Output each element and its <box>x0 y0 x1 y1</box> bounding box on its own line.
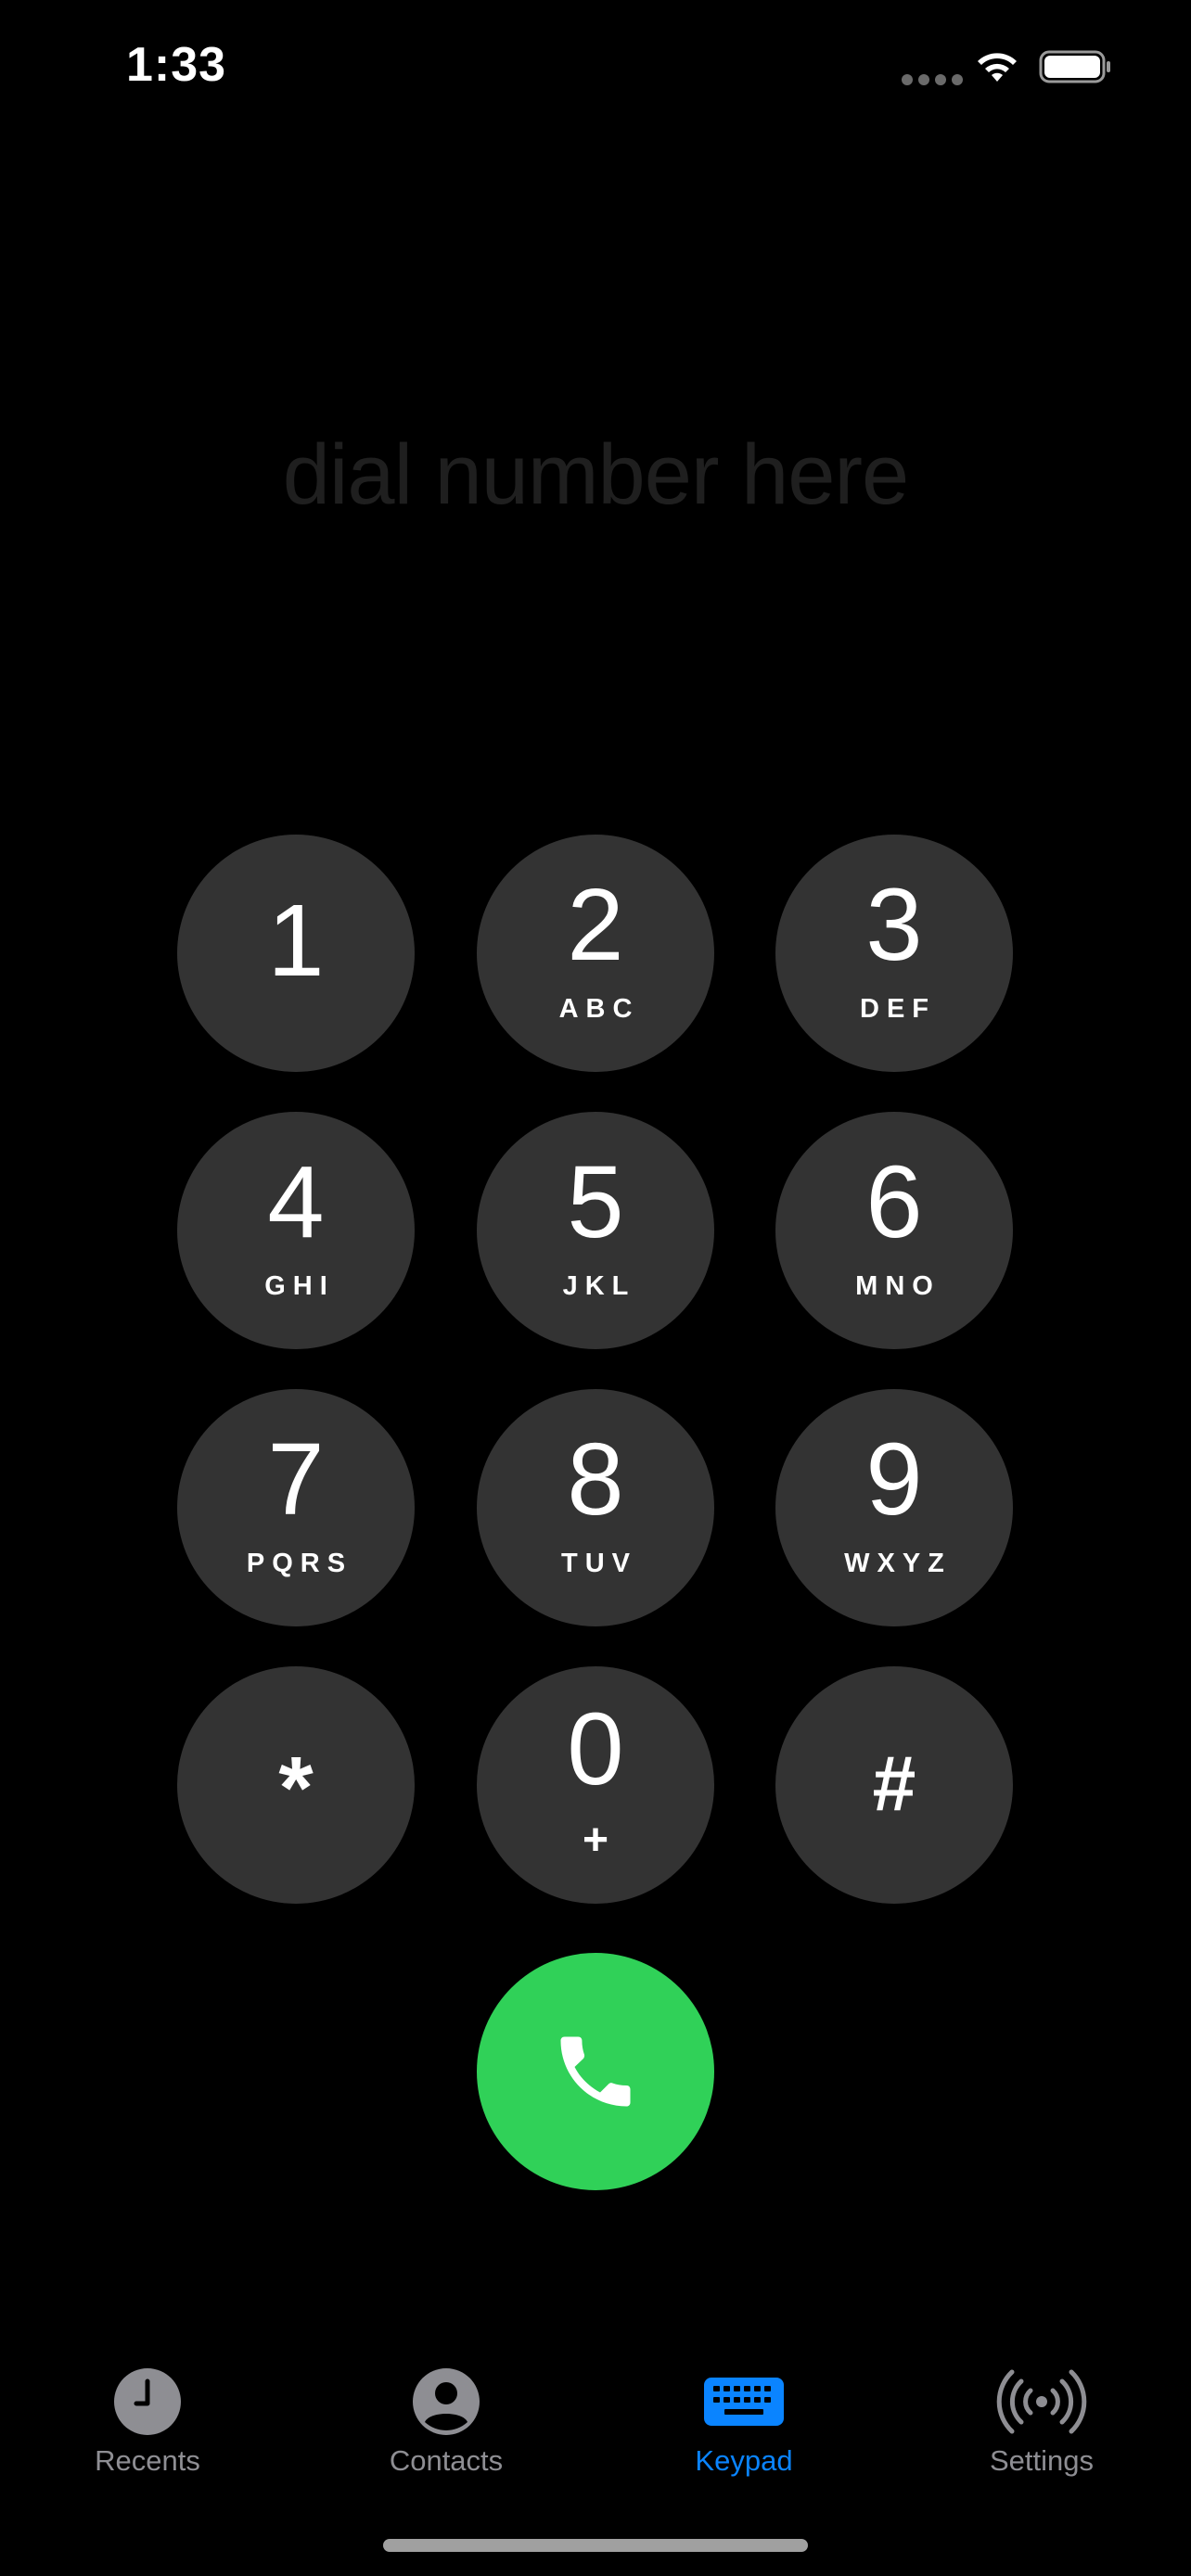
tab-contacts[interactable]: Contacts <box>344 2346 548 2478</box>
cellular-signal-icon <box>902 74 963 85</box>
key-hash[interactable]: # <box>775 1666 1013 1904</box>
broadcast-icon <box>996 2369 1087 2434</box>
tab-label: Keypad <box>695 2444 793 2477</box>
tab-keypad[interactable]: Keypad <box>642 2346 846 2478</box>
status-time: 1:33 <box>126 38 227 92</box>
tab-label: Recents <box>95 2444 200 2477</box>
key-7[interactable]: 7 PQRS <box>177 1389 415 1626</box>
key-digit: 4 <box>267 1145 325 1259</box>
home-indicator <box>383 2539 808 2552</box>
keypad: 1 2 ABC 3 DEF 4 GHI 5 JKL 6 MNO 7 PQRS 8… <box>0 0 1191 2576</box>
dial-number-display: dial number here <box>282 427 909 522</box>
phone-icon <box>560 2036 631 2107</box>
key-digit: 3 <box>865 868 923 982</box>
key-2[interactable]: 2 ABC <box>477 835 714 1072</box>
key-letters: JKL <box>562 1271 636 1301</box>
key-plus: + <box>582 1816 609 1865</box>
key-digit: 2 <box>567 868 624 982</box>
key-5[interactable]: 5 JKL <box>477 1112 714 1349</box>
key-digit: * <box>278 1739 314 1838</box>
key-letters: TUV <box>561 1549 637 1578</box>
key-letters: WXYZ <box>844 1549 952 1578</box>
tab-label: Settings <box>989 2444 1094 2477</box>
key-4[interactable]: 4 GHI <box>177 1112 415 1349</box>
tab-bar: Recents Contacts Keypad Settings <box>0 2346 1191 2494</box>
clock-icon <box>114 2368 181 2435</box>
key-digit: 8 <box>567 1422 624 1537</box>
key-digit: 9 <box>865 1422 923 1537</box>
key-digit: 5 <box>567 1145 624 1259</box>
key-1[interactable]: 1 <box>177 835 415 1072</box>
battery-icon <box>1039 50 1110 83</box>
key-digit: 7 <box>267 1422 325 1537</box>
key-letters: ABC <box>558 994 640 1024</box>
tab-settings[interactable]: Settings <box>940 2346 1144 2478</box>
key-letters: DEF <box>860 994 936 1024</box>
key-digit: 0 <box>567 1692 624 1806</box>
keypad-icon <box>704 2378 784 2426</box>
key-star[interactable]: * <box>177 1666 415 1904</box>
status-bar: 1:33 <box>0 0 1191 139</box>
key-letters: MNO <box>855 1271 941 1301</box>
key-letters: GHI <box>264 1271 335 1301</box>
key-6[interactable]: 6 MNO <box>775 1112 1013 1349</box>
key-0[interactable]: 0 + <box>477 1666 714 1904</box>
wifi-icon <box>978 53 1017 82</box>
key-9[interactable]: 9 WXYZ <box>775 1389 1013 1626</box>
person-circle-icon <box>413 2368 480 2435</box>
key-8[interactable]: 8 TUV <box>477 1389 714 1626</box>
key-digit: 6 <box>865 1145 923 1259</box>
call-button[interactable] <box>477 1953 714 2190</box>
key-digit: # <box>872 1740 916 1827</box>
key-letters: PQRS <box>246 1549 353 1578</box>
key-digit: 1 <box>267 884 325 998</box>
key-3[interactable]: 3 DEF <box>775 835 1013 1072</box>
tab-label: Contacts <box>389 2444 504 2477</box>
tab-recents[interactable]: Recents <box>45 2346 250 2478</box>
